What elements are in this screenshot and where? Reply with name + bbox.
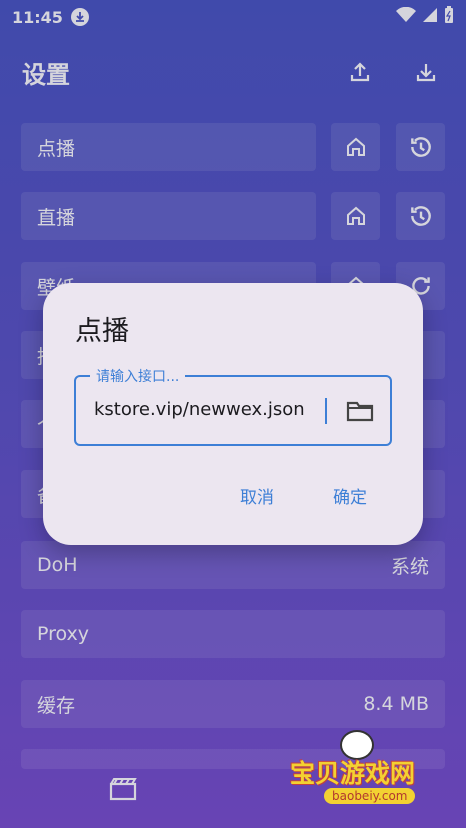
- folder-button[interactable]: [346, 399, 374, 427]
- text-caret: [325, 398, 327, 424]
- watermark-text: 宝贝游戏网: [290, 759, 416, 788]
- confirm-button[interactable]: 确定: [333, 483, 367, 508]
- watermark-url: baobeiy.com: [324, 788, 416, 804]
- folder-icon: [346, 401, 374, 422]
- url-field[interactable]: 请输入接口... kstore.vip/newwex.json: [74, 366, 392, 446]
- dialog-title: 点播: [75, 316, 129, 347]
- url-input[interactable]: kstore.vip/newwex.json: [94, 399, 330, 420]
- site-watermark: 宝贝游戏网 baobeiy.com: [290, 730, 440, 808]
- url-field-label: 请输入接口...: [90, 366, 186, 386]
- cancel-button[interactable]: 取消: [240, 483, 274, 508]
- vod-url-dialog: 点播 请输入接口... kstore.vip/newwex.json 取消 确定: [43, 283, 423, 545]
